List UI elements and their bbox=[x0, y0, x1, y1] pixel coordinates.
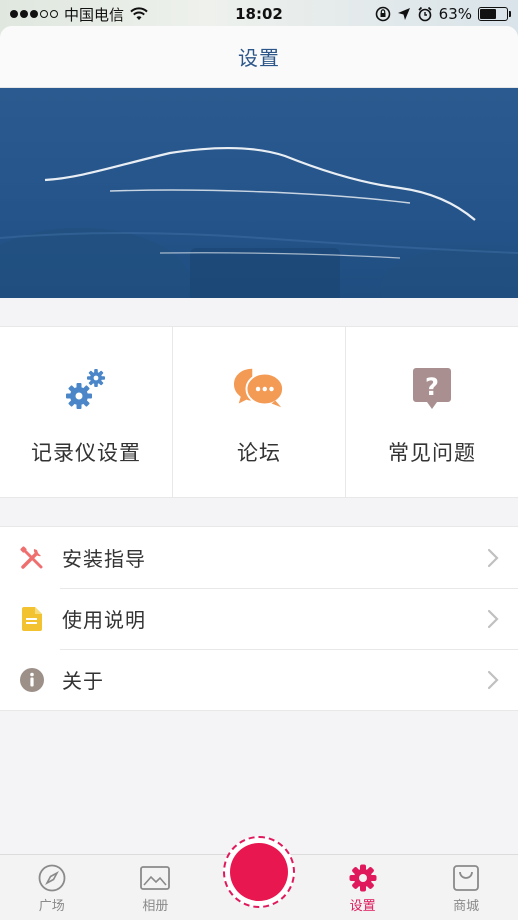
signal-strength-icon bbox=[10, 10, 58, 18]
tab-square[interactable]: 广场 bbox=[0, 863, 104, 920]
car-banner-image bbox=[0, 88, 518, 298]
list-item-about[interactable]: 关于 bbox=[0, 649, 518, 710]
tab-album[interactable]: 相册 bbox=[104, 863, 208, 920]
battery-percent: 63% bbox=[438, 5, 472, 23]
tab-label: 广场 bbox=[38, 899, 65, 914]
faq-cell[interactable]: ? 常见问题 bbox=[346, 327, 518, 497]
tab-mall[interactable]: 商城 bbox=[414, 863, 518, 920]
document-icon bbox=[18, 605, 46, 633]
settings-list: 安装指导 使用说明 关于 bbox=[0, 526, 518, 711]
shopping-bag-icon bbox=[451, 863, 481, 893]
feature-grid: 记录仪设置 论坛 ? 常见问题 bbox=[0, 326, 518, 498]
forum-cell[interactable]: 论坛 bbox=[173, 327, 346, 497]
tools-icon bbox=[18, 544, 46, 572]
orientation-lock-icon bbox=[375, 6, 390, 22]
record-button[interactable] bbox=[222, 836, 295, 908]
question-icon: ? bbox=[406, 363, 458, 415]
carrier-name: 中国电信 bbox=[64, 5, 125, 24]
list-item-label: 安装指导 bbox=[62, 547, 146, 571]
tab-label: 商城 bbox=[453, 899, 480, 914]
record-icon bbox=[229, 843, 288, 901]
list-item-user-manual[interactable]: 使用说明 bbox=[0, 588, 518, 649]
list-item-label: 使用说明 bbox=[62, 608, 146, 632]
wifi-icon bbox=[130, 7, 148, 20]
settings-gear-icon bbox=[348, 863, 378, 893]
page-title: 设置 bbox=[238, 46, 280, 70]
list-item-install-guide[interactable]: 安装指导 bbox=[0, 527, 518, 588]
status-time: 18:02 bbox=[235, 5, 283, 23]
list-item-label: 关于 bbox=[62, 669, 104, 693]
chevron-right-icon bbox=[487, 548, 499, 567]
location-arrow-icon bbox=[397, 8, 410, 20]
status-bar: 中国电信 18:02 63% bbox=[0, 0, 518, 28]
compass-icon bbox=[37, 863, 67, 893]
navigation-bar: 设置 bbox=[0, 26, 518, 88]
recorder-settings-cell[interactable]: 记录仪设置 bbox=[0, 327, 173, 497]
tab-label: 相册 bbox=[142, 899, 169, 914]
chevron-right-icon bbox=[487, 609, 499, 628]
grid-label: 记录仪设置 bbox=[31, 441, 141, 465]
chat-bubbles-icon bbox=[233, 363, 285, 415]
svg-text:?: ? bbox=[425, 373, 439, 401]
grid-label: 常见问题 bbox=[388, 441, 476, 465]
gears-icon bbox=[60, 363, 112, 415]
tab-settings[interactable]: 设置 bbox=[311, 863, 415, 920]
grid-label: 论坛 bbox=[237, 441, 281, 465]
chevron-right-icon bbox=[487, 670, 499, 689]
car-outline-illustration bbox=[0, 88, 518, 298]
battery-icon bbox=[478, 7, 511, 21]
settings-sheet: 设置 记录仪设置 论坛 ? 常见问题 安装指导 使用说明 关于 广场 相册 设置… bbox=[0, 26, 518, 920]
tab-record bbox=[207, 836, 311, 920]
bottom-tab-bar: 广场 相册 设置 商城 bbox=[0, 836, 518, 920]
alarm-icon bbox=[418, 6, 432, 22]
photo-icon bbox=[140, 863, 171, 893]
info-icon bbox=[18, 666, 46, 694]
tab-label: 设置 bbox=[349, 899, 376, 914]
